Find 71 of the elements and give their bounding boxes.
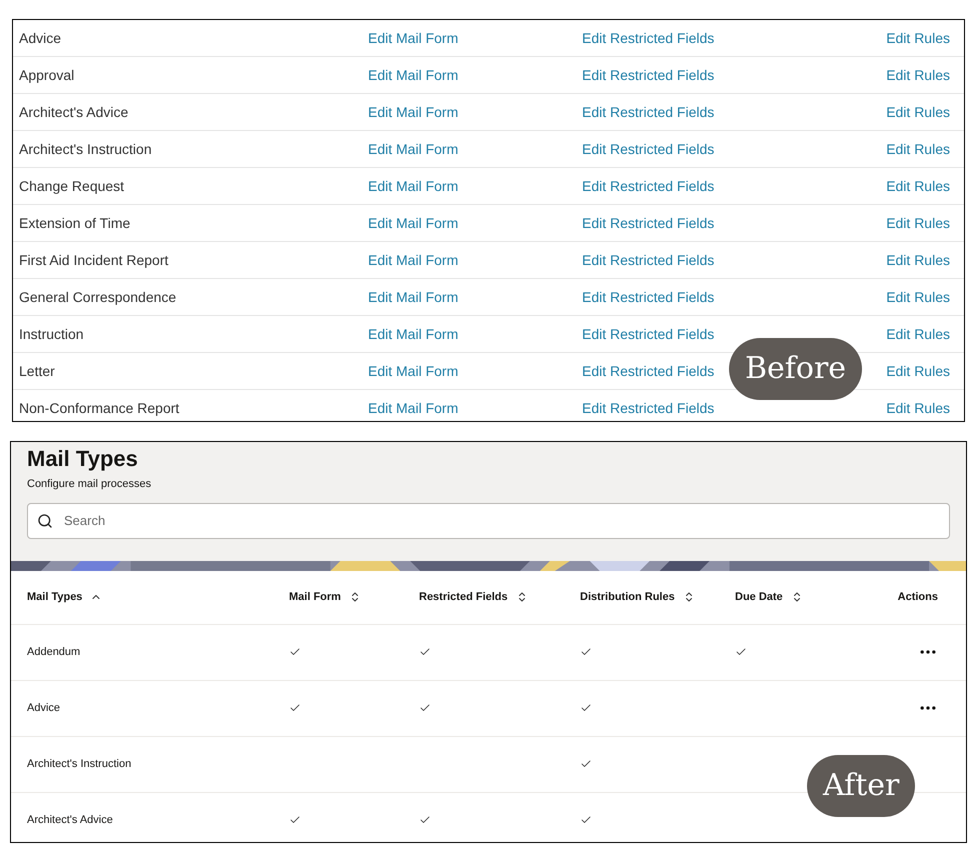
edit-rules-link[interactable]: Edit Rules bbox=[886, 28, 964, 48]
check-icon bbox=[419, 814, 431, 826]
check-icon bbox=[580, 758, 592, 770]
mail-type-name: Non-Conformance Report bbox=[18, 398, 180, 418]
edit-rules-link[interactable]: Edit Rules bbox=[886, 102, 964, 122]
edit-mail-form-link[interactable]: Edit Mail Form bbox=[368, 212, 582, 234]
check-icon bbox=[289, 646, 301, 658]
check-icon bbox=[419, 646, 431, 658]
mail-type-name: Change Request bbox=[18, 176, 126, 196]
label-badge: Before bbox=[729, 338, 862, 400]
edit-restricted-fields-link[interactable]: Edit Restricted Fields bbox=[582, 398, 714, 418]
edit-restricted-fields-link[interactable]: Edit Restricted Fields bbox=[582, 212, 714, 234]
mail-type-name: General Correspondence bbox=[18, 288, 178, 307]
edit-mail-form-link[interactable]: Edit Mail Form bbox=[368, 286, 582, 308]
mail-type-name: Architect's Instruction bbox=[27, 756, 132, 772]
check-icon bbox=[419, 702, 431, 714]
edit-rules-link[interactable]: Edit Rules bbox=[886, 250, 964, 270]
edit-restricted-fields-link[interactable]: Edit Restricted Fields bbox=[582, 250, 714, 270]
column-header[interactable]: Actions bbox=[898, 588, 938, 606]
edit-rules-link[interactable]: Edit Rules bbox=[886, 286, 964, 308]
edit-restricted-fields-link[interactable]: Edit Restricted Fields bbox=[582, 138, 714, 160]
page-title: Mail Types bbox=[27, 445, 139, 473]
check-icon bbox=[580, 702, 592, 714]
column-header[interactable]: Mail Form bbox=[289, 588, 341, 606]
mail-type-name: Architect's Advice bbox=[18, 102, 130, 122]
column-header[interactable]: Distribution Rules bbox=[580, 588, 675, 606]
mail-type-name: Extension of Time bbox=[18, 214, 132, 232]
edit-mail-form-link[interactable]: Edit Mail Form bbox=[368, 102, 582, 122]
page-subtitle: Configure mail processes bbox=[27, 477, 152, 492]
edit-rules-link[interactable]: Edit Rules bbox=[886, 324, 964, 344]
check-icon bbox=[580, 814, 592, 826]
mail-type-name: Addendum bbox=[27, 644, 82, 660]
edit-mail-form-link[interactable]: Edit Mail Form bbox=[368, 64, 582, 86]
edit-mail-form-link[interactable]: Edit Mail Form bbox=[368, 176, 582, 196]
mail-type-name: Advice bbox=[27, 700, 62, 716]
search-field[interactable]: Search bbox=[27, 502, 950, 538]
edit-restricted-fields-link[interactable]: Edit Restricted Fields bbox=[582, 324, 714, 344]
edit-restricted-fields-link[interactable]: Edit Restricted Fields bbox=[582, 64, 714, 86]
edit-restricted-fields-link[interactable]: Edit Restricted Fields bbox=[582, 28, 714, 48]
edit-mail-form-link[interactable]: Edit Mail Form bbox=[368, 138, 582, 160]
mail-type-name: Architect's Advice bbox=[27, 812, 114, 828]
check-icon bbox=[289, 814, 301, 826]
edit-rules-link[interactable]: Edit Rules bbox=[886, 176, 964, 196]
column-header[interactable]: Due Date bbox=[735, 588, 783, 606]
edit-rules-link[interactable]: Edit Rules bbox=[886, 138, 964, 160]
mail-type-name: Advice bbox=[18, 28, 62, 48]
edit-rules-link[interactable]: Edit Rules bbox=[886, 212, 964, 234]
edit-mail-form-link[interactable]: Edit Mail Form bbox=[368, 324, 582, 344]
check-icon bbox=[580, 646, 592, 658]
edit-restricted-fields-link[interactable]: Edit Restricted Fields bbox=[582, 102, 714, 122]
edit-restricted-fields-link[interactable]: Edit Restricted Fields bbox=[582, 286, 714, 308]
edit-restricted-fields-link[interactable]: Edit Restricted Fields bbox=[582, 360, 714, 382]
edit-mail-form-link[interactable]: Edit Mail Form bbox=[368, 250, 582, 270]
edit-rules-link[interactable]: Edit Rules bbox=[886, 360, 964, 382]
edit-mail-form-link[interactable]: Edit Mail Form bbox=[368, 398, 582, 418]
edit-rules-link[interactable]: Edit Rules bbox=[886, 64, 964, 86]
check-icon bbox=[735, 646, 747, 658]
check-icon bbox=[289, 702, 301, 714]
mail-type-name: Approval bbox=[18, 66, 76, 85]
edit-restricted-fields-link[interactable]: Edit Restricted Fields bbox=[582, 176, 714, 196]
column-header[interactable]: Restricted Fields bbox=[419, 588, 508, 606]
column-header[interactable]: Mail Types bbox=[27, 588, 82, 606]
search-icon bbox=[37, 512, 53, 528]
mail-type-name: Letter bbox=[18, 362, 56, 380]
mail-type-name: Instruction bbox=[18, 324, 85, 344]
mail-type-name: Architect's Instruction bbox=[18, 140, 153, 158]
edit-mail-form-link[interactable]: Edit Mail Form bbox=[368, 360, 582, 382]
edit-mail-form-link[interactable]: Edit Mail Form bbox=[368, 28, 582, 48]
mail-type-name: First Aid Incident Report bbox=[18, 250, 170, 270]
edit-rules-link[interactable]: Edit Rules bbox=[886, 398, 964, 418]
label-badge: After bbox=[807, 755, 916, 817]
